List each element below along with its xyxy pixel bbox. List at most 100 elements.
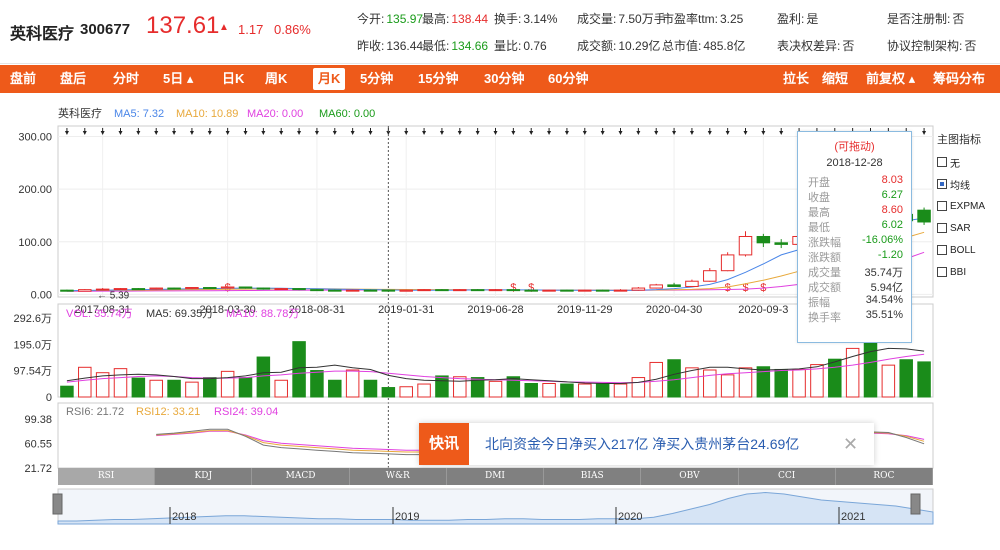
event-marker-icon[interactable] [672,128,677,135]
event-marker-icon[interactable] [439,128,444,135]
candle[interactable] [453,289,467,292]
candle[interactable] [756,233,771,248]
candle[interactable] [399,289,413,292]
candle[interactable] [720,252,735,272]
candle[interactable] [649,283,663,289]
event-marker-icon[interactable] [279,128,284,135]
event-marker-icon[interactable] [654,128,659,135]
event-marker-icon[interactable] [636,128,641,135]
event-marker-icon[interactable] [404,128,409,135]
candle[interactable] [703,268,717,282]
indicator-tab[interactable]: ROC [836,468,933,485]
candle[interactable] [613,289,628,292]
candle[interactable] [506,289,521,292]
dividend-marker-icon[interactable]: $ [725,282,731,294]
event-marker-icon[interactable] [154,128,159,135]
checkbox-icon[interactable] [937,223,947,233]
event-marker-icon[interactable] [225,128,230,135]
event-marker-icon[interactable] [100,128,105,135]
dividend-marker-icon[interactable]: $ [510,282,516,294]
indicator-tab[interactable]: CCI [739,468,836,485]
period-tab[interactable]: 30分钟 [484,65,524,93]
candle[interactable] [435,289,449,292]
checkbox-icon[interactable] [937,201,947,211]
candle[interactable] [560,289,574,292]
candle[interactable] [345,289,360,292]
news-headline[interactable]: 北向资金今日净买入217亿 净买入贵州茅台24.69亿 [485,423,799,465]
candle[interactable] [631,287,646,291]
candle[interactable] [738,231,753,257]
candle[interactable] [488,289,503,292]
period-tab[interactable]: 盘前 [10,65,36,93]
event-marker-icon[interactable] [118,128,123,135]
candle[interactable] [78,289,92,292]
period-tab[interactable]: 盘后 [60,65,86,93]
checkbox-icon[interactable] [937,157,947,167]
indicator-tab[interactable]: DMI [447,468,545,485]
candle[interactable] [774,239,788,249]
event-marker-icon[interactable] [779,128,784,135]
event-marker-icon[interactable] [600,128,605,135]
candle[interactable] [60,289,74,292]
checkbox-icon[interactable] [937,267,947,277]
period-tab[interactable]: 日K [222,65,244,93]
candle[interactable] [667,282,681,288]
indicator-option[interactable]: 均线 [937,173,997,195]
period-tab[interactable]: 月K [313,68,346,90]
indicator-option[interactable]: BBI [937,261,997,283]
event-marker-icon[interactable] [82,128,87,135]
event-marker-icon[interactable] [207,128,212,135]
candle[interactable] [203,287,217,290]
candle[interactable] [417,289,431,292]
indicator-option[interactable]: 无 [937,151,997,173]
event-marker-icon[interactable] [511,128,516,135]
dividend-marker-icon[interactable]: $ [528,282,534,294]
event-marker-icon[interactable] [743,128,748,135]
event-marker-icon[interactable] [350,128,355,135]
event-marker-icon[interactable] [761,128,766,135]
candle[interactable] [167,287,181,290]
indicator-option[interactable]: BOLL [937,239,997,261]
event-marker-icon[interactable] [475,128,480,135]
candle[interactable] [578,289,592,292]
candle-tooltip[interactable]: (可拖动) 2018-12-28 开盘 8.03 收盘 6.27 最高 8.60 最低 6.0… [797,131,912,343]
indicator-tab[interactable]: OBV [641,468,739,485]
indicator-option[interactable]: SAR [937,217,997,239]
chart-control-button[interactable]: 前复权 ▴ [866,65,915,93]
period-tab[interactable]: 周K [265,65,287,93]
event-marker-icon[interactable] [261,128,266,135]
chart-control-button[interactable]: 缩短 [822,65,848,93]
event-marker-icon[interactable] [332,128,337,135]
event-marker-icon[interactable] [189,128,194,135]
event-marker-icon[interactable] [422,128,427,135]
indicator-option[interactable]: EXPMA [937,195,997,217]
checkbox-icon[interactable] [937,179,947,189]
candle[interactable] [685,279,699,288]
event-marker-icon[interactable] [243,128,248,135]
candle[interactable] [917,207,931,225]
navigator-left-handle[interactable] [52,493,63,515]
indicator-tab[interactable]: W&R [350,468,447,485]
event-marker-icon[interactable] [297,128,302,135]
checkbox-icon[interactable] [937,245,947,255]
candle[interactable] [328,289,342,292]
candle[interactable] [542,289,556,292]
indicator-tab[interactable]: BIAS [544,468,642,485]
event-marker-icon[interactable] [136,128,141,135]
candle[interactable] [292,288,306,291]
event-marker-icon[interactable] [618,128,623,135]
period-tab[interactable]: 15分钟 [418,65,458,93]
indicator-tab[interactable]: MACD [252,468,350,485]
event-marker-icon[interactable] [64,128,69,135]
period-tab[interactable]: 5分钟 [360,65,393,93]
candle[interactable] [185,287,199,290]
candle[interactable] [363,289,378,292]
event-marker-icon[interactable] [172,128,177,135]
event-marker-icon[interactable] [707,128,712,135]
event-marker-icon[interactable] [564,128,569,135]
event-marker-icon[interactable] [922,128,927,135]
chart-control-button[interactable]: 筹码分布 [933,65,985,93]
candle[interactable] [220,286,235,289]
event-marker-icon[interactable] [457,128,462,135]
candle[interactable] [595,289,610,292]
